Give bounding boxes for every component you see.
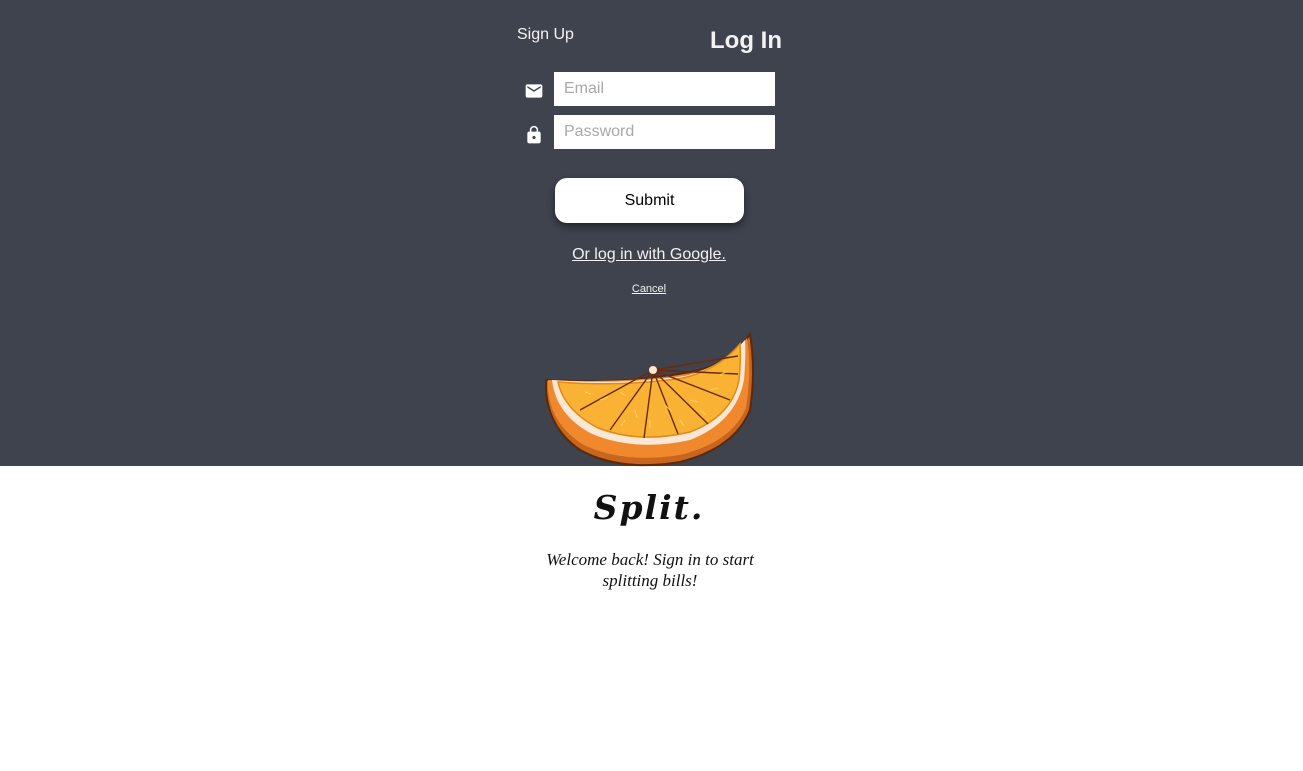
mail-icon (525, 84, 543, 98)
cancel-link[interactable]: Cancel (0, 283, 1298, 295)
cancel-link-label[interactable]: Cancel (632, 283, 666, 295)
submit-button[interactable]: Submit (555, 178, 744, 223)
tab-log-in[interactable]: Log In (710, 28, 782, 54)
brand-name: Split. (593, 488, 705, 527)
email-field[interactable] (554, 72, 775, 106)
password-field[interactable] (554, 115, 775, 149)
tagline: Welcome back! Sign in to start splitting… (546, 550, 754, 590)
google-login-link[interactable]: Or log in with Google. (0, 246, 1298, 264)
lock-icon (527, 125, 541, 144)
login-panel: Sign Up Log In Submit Or log in with Goo… (0, 0, 1303, 467)
tab-sign-up[interactable]: Sign Up (517, 26, 574, 44)
orange-slice-illustration (544, 331, 754, 467)
google-login-link-label[interactable]: Or log in with Google. (572, 246, 726, 263)
